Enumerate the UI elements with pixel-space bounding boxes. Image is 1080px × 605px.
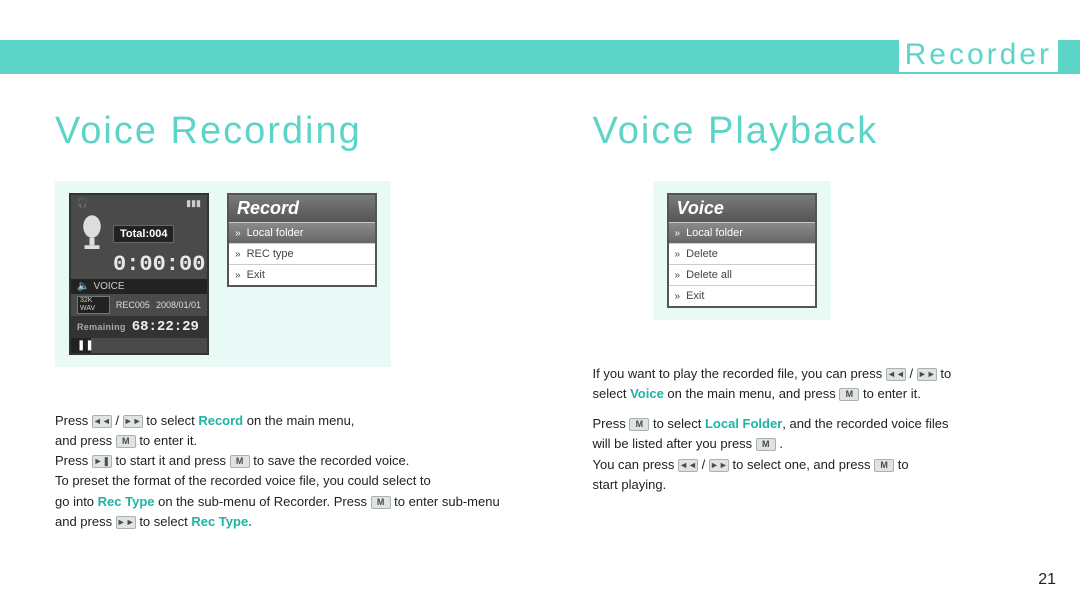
m-button-icon: M — [230, 455, 250, 468]
hl-record: Record — [198, 413, 243, 428]
menu-item-label: Local folder — [686, 227, 743, 239]
file-name: REC005 — [116, 300, 150, 310]
menu-item-label: Delete all — [686, 269, 732, 281]
next-icon: ►► — [123, 415, 143, 428]
next-icon: ►► — [917, 368, 937, 381]
menu-item-label: REC type — [247, 248, 294, 260]
menu-item-delete: » Delete — [669, 243, 815, 264]
menu-item-label: Local folder — [247, 227, 304, 239]
microphone-icon — [77, 214, 107, 254]
menu-item-label: Exit — [247, 269, 265, 281]
section-title-recording: Voice Recording — [55, 110, 513, 153]
prev-icon: ◄◄ — [886, 368, 906, 381]
next-icon: ►► — [116, 516, 136, 529]
voice-menu: Voice » Local folder » Delete » Delete a… — [667, 193, 817, 308]
figure-playback: Voice » Local folder » Delete » Delete a… — [653, 181, 831, 320]
menu-item-exit: » Exit — [229, 264, 375, 285]
m-button-icon: M — [839, 388, 859, 401]
menu-item-local-folder: » Local folder — [229, 222, 375, 243]
m-button-icon: M — [629, 418, 649, 431]
menu-item-rec-type: » REC type — [229, 243, 375, 264]
menu-item-label: Exit — [686, 290, 704, 302]
file-date: 2008/01/01 — [156, 300, 201, 310]
device-mock-recorder: 🎧 ▮▮▮ Total:004 0:00:00 🔈 VOICE 32K WAV … — [69, 193, 209, 355]
menu-item-exit: » Exit — [669, 285, 815, 306]
headphones-icon: 🎧 — [77, 198, 88, 209]
prev-icon: ◄◄ — [92, 415, 112, 428]
remaining-label: Remaining — [77, 322, 126, 332]
instructions-playback: If you want to play the recorded file, y… — [593, 364, 1051, 495]
hl-rec-type: Rec Type — [98, 494, 155, 509]
m-button-icon: M — [371, 496, 391, 509]
m-button-icon: M — [116, 435, 136, 448]
chevron-right-icon: » — [675, 249, 681, 260]
menu-item-delete-all: » Delete all — [669, 264, 815, 285]
chevron-right-icon: » — [675, 228, 681, 239]
remaining-time: 68:22:29 — [132, 319, 199, 335]
menu-item-label: Delete — [686, 248, 718, 260]
voice-label: VOICE — [93, 281, 124, 292]
chevron-right-icon: » — [235, 270, 241, 281]
right-column: Voice Playback Voice » Local folder » De… — [593, 110, 1051, 532]
next-icon: ►► — [709, 459, 729, 472]
battery-icon: ▮▮▮ — [186, 198, 201, 209]
instructions-recording: Press ◄◄ / ►► to select Record on the ma… — [55, 411, 513, 532]
left-column: Voice Recording 🎧 ▮▮▮ Total:004 0:00:00 … — [55, 110, 513, 532]
chevron-right-icon: » — [675, 291, 681, 302]
header-title: Recorder — [899, 38, 1058, 72]
chevron-right-icon: » — [235, 249, 241, 260]
hl-local-folder: Local Folder — [705, 416, 782, 431]
hl-rec-type-2: Rec Type. — [191, 514, 251, 529]
elapsed-time: 0:00:00 — [71, 252, 207, 279]
menu-item-local-folder: » Local folder — [669, 222, 815, 243]
m-button-icon: M — [874, 459, 894, 472]
wav-badge: 32K WAV — [77, 296, 110, 314]
record-menu-title: Record — [229, 195, 375, 222]
figure-recording: 🎧 ▮▮▮ Total:004 0:00:00 🔈 VOICE 32K WAV … — [55, 181, 391, 367]
m-button-icon: M — [756, 438, 776, 451]
prev-icon: ◄◄ — [678, 459, 698, 472]
section-title-playback: Voice Playback — [593, 110, 1051, 153]
speaker-icon: 🔈 — [77, 281, 89, 292]
hl-voice: Voice — [630, 386, 664, 401]
chevron-right-icon: » — [235, 228, 241, 239]
page-number: 21 — [1038, 571, 1056, 589]
chevron-right-icon: » — [675, 270, 681, 281]
play-pause-icon: ►❚ — [92, 455, 112, 468]
total-count: Total:004 — [113, 225, 174, 243]
voice-menu-title: Voice — [669, 195, 815, 222]
record-menu: Record » Local folder » REC type » Exit — [227, 193, 377, 287]
pause-icon: ❚❚ — [71, 338, 91, 353]
